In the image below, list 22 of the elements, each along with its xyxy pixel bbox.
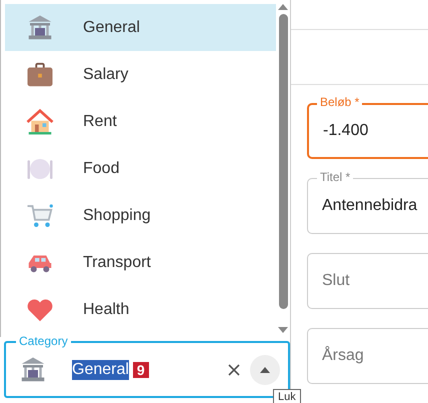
option[interactable]: General (5, 4, 276, 51)
option[interactable]: Salary (5, 51, 276, 98)
scroll-down-icon[interactable] (278, 327, 288, 333)
field-label: Beløb * (317, 95, 362, 110)
option[interactable]: Health (5, 286, 276, 333)
scroll-up-icon[interactable] (278, 4, 288, 10)
option[interactable]: Food (5, 145, 276, 192)
field-label: Titel * (317, 170, 354, 184)
option[interactable]: Rent (5, 98, 276, 145)
close-icon[interactable] (228, 364, 240, 376)
field-label: Category (16, 334, 71, 348)
input-field[interactable]: Årsag (307, 328, 428, 384)
collapse-button[interactable] (250, 354, 280, 384)
selected-text: General (72, 360, 129, 380)
option[interactable]: Transport (5, 239, 276, 286)
house-icon (25, 106, 55, 136)
input-field[interactable]: Slut (307, 253, 428, 310)
tooltip: Luk (273, 389, 301, 403)
scrollbar-thumb[interactable] (278, 14, 288, 309)
caret-icon (260, 366, 270, 372)
count-badge: 9 (132, 362, 149, 378)
option[interactable]: Shopping (5, 192, 276, 239)
